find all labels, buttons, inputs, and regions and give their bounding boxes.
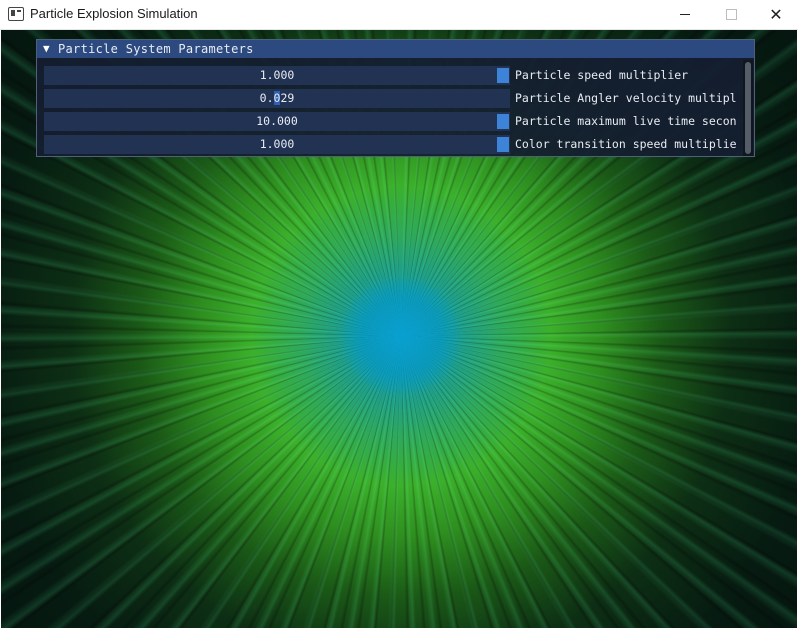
param-row-angular-velocity: 0.029 Particle Angler velocity multipl bbox=[44, 89, 744, 108]
param-label: Particle Angler velocity multipl bbox=[515, 91, 737, 105]
panel-title: Particle System Parameters bbox=[58, 42, 254, 56]
angular-velocity-input[interactable]: 0.029 bbox=[44, 89, 510, 108]
param-row-live-time: 10.000 Particle maximum live time secon bbox=[44, 112, 744, 131]
panel-scrollbar[interactable] bbox=[743, 60, 753, 156]
param-label: Particle speed multiplier bbox=[515, 68, 689, 82]
param-label: Color transition speed multiplie bbox=[515, 137, 737, 151]
color-transition-slider[interactable]: 1.000 bbox=[44, 135, 510, 154]
minimize-icon bbox=[680, 14, 690, 15]
close-button[interactable]: ✕ bbox=[753, 0, 798, 29]
slider-grab-handle[interactable] bbox=[497, 114, 509, 129]
param-row-speed: 1.000 Particle speed multiplier bbox=[44, 66, 744, 85]
window-titlebar[interactable]: Particle Explosion Simulation ✕ bbox=[0, 0, 798, 30]
scrollbar-thumb[interactable] bbox=[745, 62, 751, 154]
collapse-arrow-icon[interactable]: ▼ bbox=[43, 42, 50, 56]
value-text-pre: 0. bbox=[259, 91, 274, 105]
param-label: Particle maximum live time secon bbox=[515, 114, 737, 128]
app-window-icon bbox=[8, 7, 24, 21]
window-title: Particle Explosion Simulation bbox=[30, 6, 198, 21]
slider-value: 10.000 bbox=[256, 114, 298, 128]
param-row-color-speed: 1.000 Color transition speed multiplie bbox=[44, 135, 744, 154]
value-text-post: 29 bbox=[280, 91, 295, 105]
speed-multiplier-slider[interactable]: 1.000 bbox=[44, 66, 510, 85]
slider-value: 1.000 bbox=[259, 137, 295, 151]
close-icon: ✕ bbox=[769, 4, 783, 24]
maximize-icon bbox=[725, 9, 737, 20]
slider-grab-handle[interactable] bbox=[497, 137, 509, 152]
maximize-button[interactable] bbox=[708, 0, 754, 29]
panel-header[interactable]: ▼ Particle System Parameters bbox=[37, 40, 754, 58]
minimize-button[interactable] bbox=[662, 0, 708, 29]
particle-core bbox=[341, 278, 461, 394]
slider-value-editing[interactable]: 0.029 bbox=[44, 89, 510, 108]
particle-parameters-panel: ▼ Particle System Parameters 1.000 Parti… bbox=[36, 39, 755, 157]
slider-value: 1.000 bbox=[259, 68, 295, 82]
slider-grab-handle[interactable] bbox=[497, 68, 509, 83]
live-time-slider[interactable]: 10.000 bbox=[44, 112, 510, 131]
